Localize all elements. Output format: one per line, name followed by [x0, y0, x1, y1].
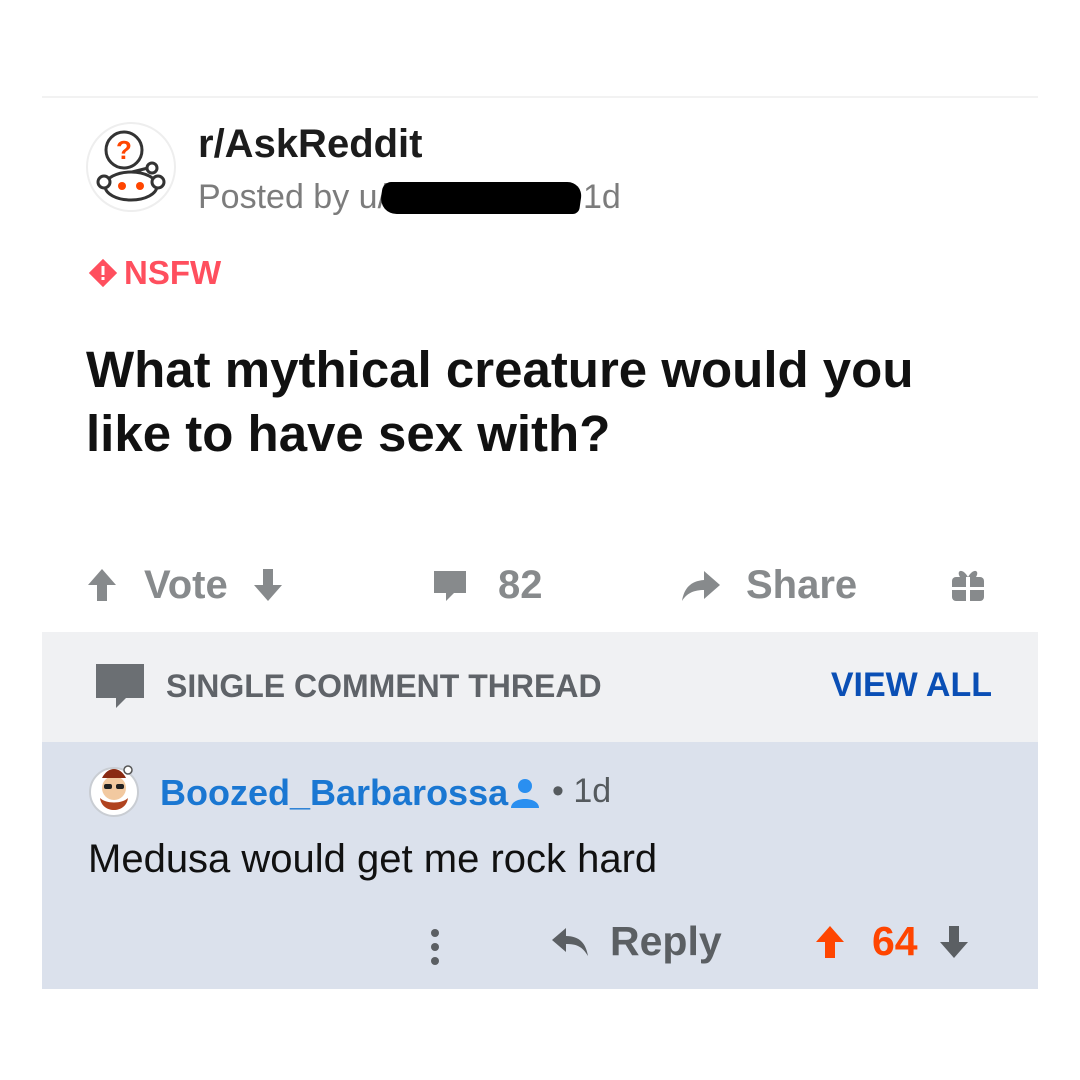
arrow-up-icon[interactable]	[84, 565, 120, 605]
avatar[interactable]	[88, 762, 140, 818]
speech-bubble-icon	[96, 664, 144, 708]
post-age: 1d	[583, 178, 621, 216]
posted-by-label: Posted by u/	[198, 178, 388, 216]
comments-count: 82	[498, 562, 543, 607]
subreddit-avatar[interactable]: ?	[86, 122, 176, 212]
warning-diamond-icon	[88, 258, 118, 288]
comment: Boozed_Barbarossa • 1d Medusa would get …	[42, 742, 1038, 989]
divider	[42, 96, 1038, 98]
share-arrow-icon	[682, 571, 720, 601]
comment-body: Medusa would get me rock hard	[88, 837, 658, 881]
separator-dot: •	[552, 772, 564, 810]
vote-label: Vote	[144, 562, 228, 607]
speech-bubble-icon	[434, 571, 466, 601]
reddit-snoo-question-icon: ?	[96, 130, 166, 202]
arrow-down-icon[interactable]	[936, 922, 972, 962]
gift-icon	[952, 570, 984, 601]
comment-vote-control: 64	[812, 918, 972, 965]
user-icon	[511, 779, 539, 808]
post-title[interactable]: What mythical creature would you like to…	[86, 338, 986, 466]
comment-age: 1d	[573, 772, 612, 810]
subreddit-name[interactable]: r/AskReddit	[198, 122, 423, 167]
post-action-bar: Vote 82 Share	[42, 540, 1038, 630]
reply-arrow-icon	[552, 927, 588, 956]
svg-text:?: ?	[116, 135, 132, 165]
arrow-down-icon[interactable]	[250, 565, 286, 605]
vote-control: Vote	[84, 540, 286, 630]
comment-meta: • 1d	[552, 772, 611, 811]
share-label: Share	[746, 562, 858, 607]
redacted-username	[378, 181, 584, 214]
reply-button[interactable]: Reply	[550, 918, 722, 965]
thread-label: SINGLE COMMENT THREAD	[166, 668, 602, 704]
more-vertical-icon[interactable]	[428, 927, 442, 967]
view-all-link[interactable]: VIEW ALL	[831, 666, 992, 705]
nsfw-flag: NSFW	[88, 254, 221, 292]
comments-button[interactable]: 82	[430, 540, 543, 630]
award-button[interactable]	[948, 540, 988, 630]
share-button[interactable]: Share	[678, 540, 857, 630]
comment-author[interactable]: Boozed_Barbarossa	[160, 772, 508, 814]
reply-label: Reply	[610, 918, 722, 964]
thread-bar: SINGLE COMMENT THREAD VIEW ALL	[42, 632, 1038, 742]
arrow-up-icon[interactable]	[812, 922, 848, 962]
post-meta: Posted by u/ 1d	[198, 178, 621, 217]
nsfw-label: NSFW	[124, 254, 222, 291]
comment-score: 64	[872, 918, 918, 964]
